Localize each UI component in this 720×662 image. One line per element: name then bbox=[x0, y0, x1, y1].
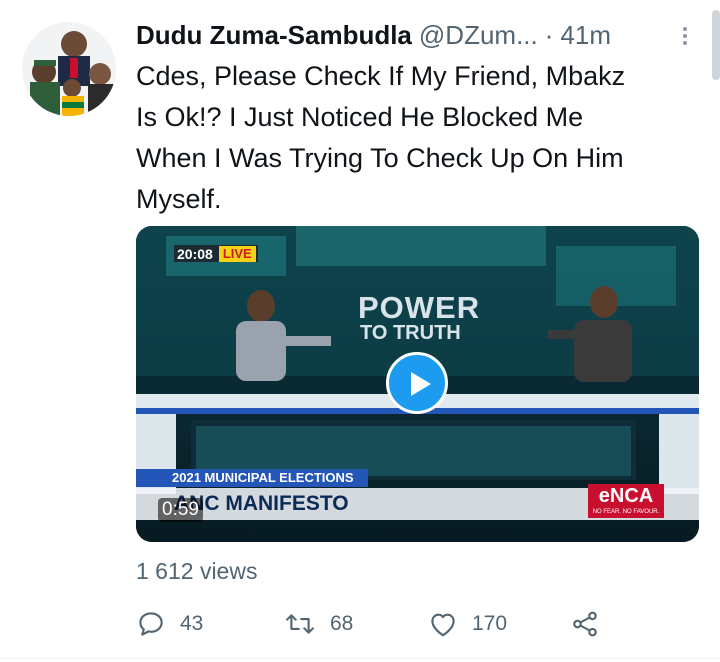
avatar-image bbox=[22, 22, 116, 116]
broadcast-time: 20:08 bbox=[177, 245, 213, 262]
tweet-header: Dudu Zuma-Sambudla @DZum... · 41m bbox=[136, 18, 696, 52]
channel-logo-text: eNCA bbox=[598, 485, 654, 507]
play-icon bbox=[411, 372, 431, 396]
view-count[interactable]: 1 612 views bbox=[136, 558, 257, 585]
reply-button[interactable]: 43 bbox=[136, 604, 203, 644]
tweet-text-line: Is Ok!? I Just Noticed He Blocked Me bbox=[136, 102, 584, 132]
show-title: POWER bbox=[358, 290, 481, 325]
tweet-text-line: Myself. bbox=[136, 184, 222, 214]
share-icon bbox=[573, 611, 597, 637]
retweet-button[interactable]: 68 bbox=[284, 604, 353, 644]
tweet-actions: 43 68 170 bbox=[136, 604, 616, 644]
separator-dot: · bbox=[544, 19, 554, 50]
play-button[interactable] bbox=[386, 352, 448, 414]
more-icon[interactable] bbox=[680, 24, 690, 48]
reply-icon bbox=[139, 612, 163, 636]
author-name[interactable]: Dudu Zuma-Sambudla bbox=[136, 20, 412, 51]
tweet-text-line: When I Was Trying To Check Up On Him bbox=[136, 143, 624, 173]
reply-count: 43 bbox=[180, 612, 204, 635]
like-count: 170 bbox=[472, 612, 508, 635]
retweet-count: 68 bbox=[330, 612, 354, 635]
ticker-banner: 2021 MUNICIPAL ELECTIONS bbox=[136, 469, 368, 487]
author-handle[interactable]: @DZum... bbox=[419, 20, 538, 51]
like-button[interactable]: 170 bbox=[428, 604, 507, 644]
like-icon bbox=[431, 613, 455, 637]
video-player[interactable]: 20:08 LIVE POWER TO TRUTH 2021 MUNICIPAL… bbox=[136, 226, 699, 542]
avatar[interactable] bbox=[22, 22, 116, 116]
tweet-text-line: Cdes, Please Check If My Friend, Mbakz bbox=[136, 61, 626, 91]
retweet-icon bbox=[286, 614, 314, 634]
live-badge: LIVE bbox=[218, 245, 256, 262]
tweet-text: Cdes, Please Check If My Friend, Mbakz I… bbox=[136, 56, 696, 220]
show-subtitle: TO TRUTH bbox=[360, 322, 461, 344]
share-button[interactable] bbox=[570, 604, 614, 644]
channel-logo: eNCA NO FEAR. NO FAVOUR. bbox=[588, 484, 664, 518]
tweet-time[interactable]: 41m bbox=[560, 20, 611, 51]
video-duration: 0:59 bbox=[158, 498, 203, 522]
timestamp-badge: 20:08 LIVE bbox=[174, 245, 258, 262]
channel-tagline: NO FEAR. NO FAVOUR. bbox=[592, 509, 660, 515]
scrollbar[interactable] bbox=[712, 10, 720, 80]
divider bbox=[0, 658, 720, 659]
